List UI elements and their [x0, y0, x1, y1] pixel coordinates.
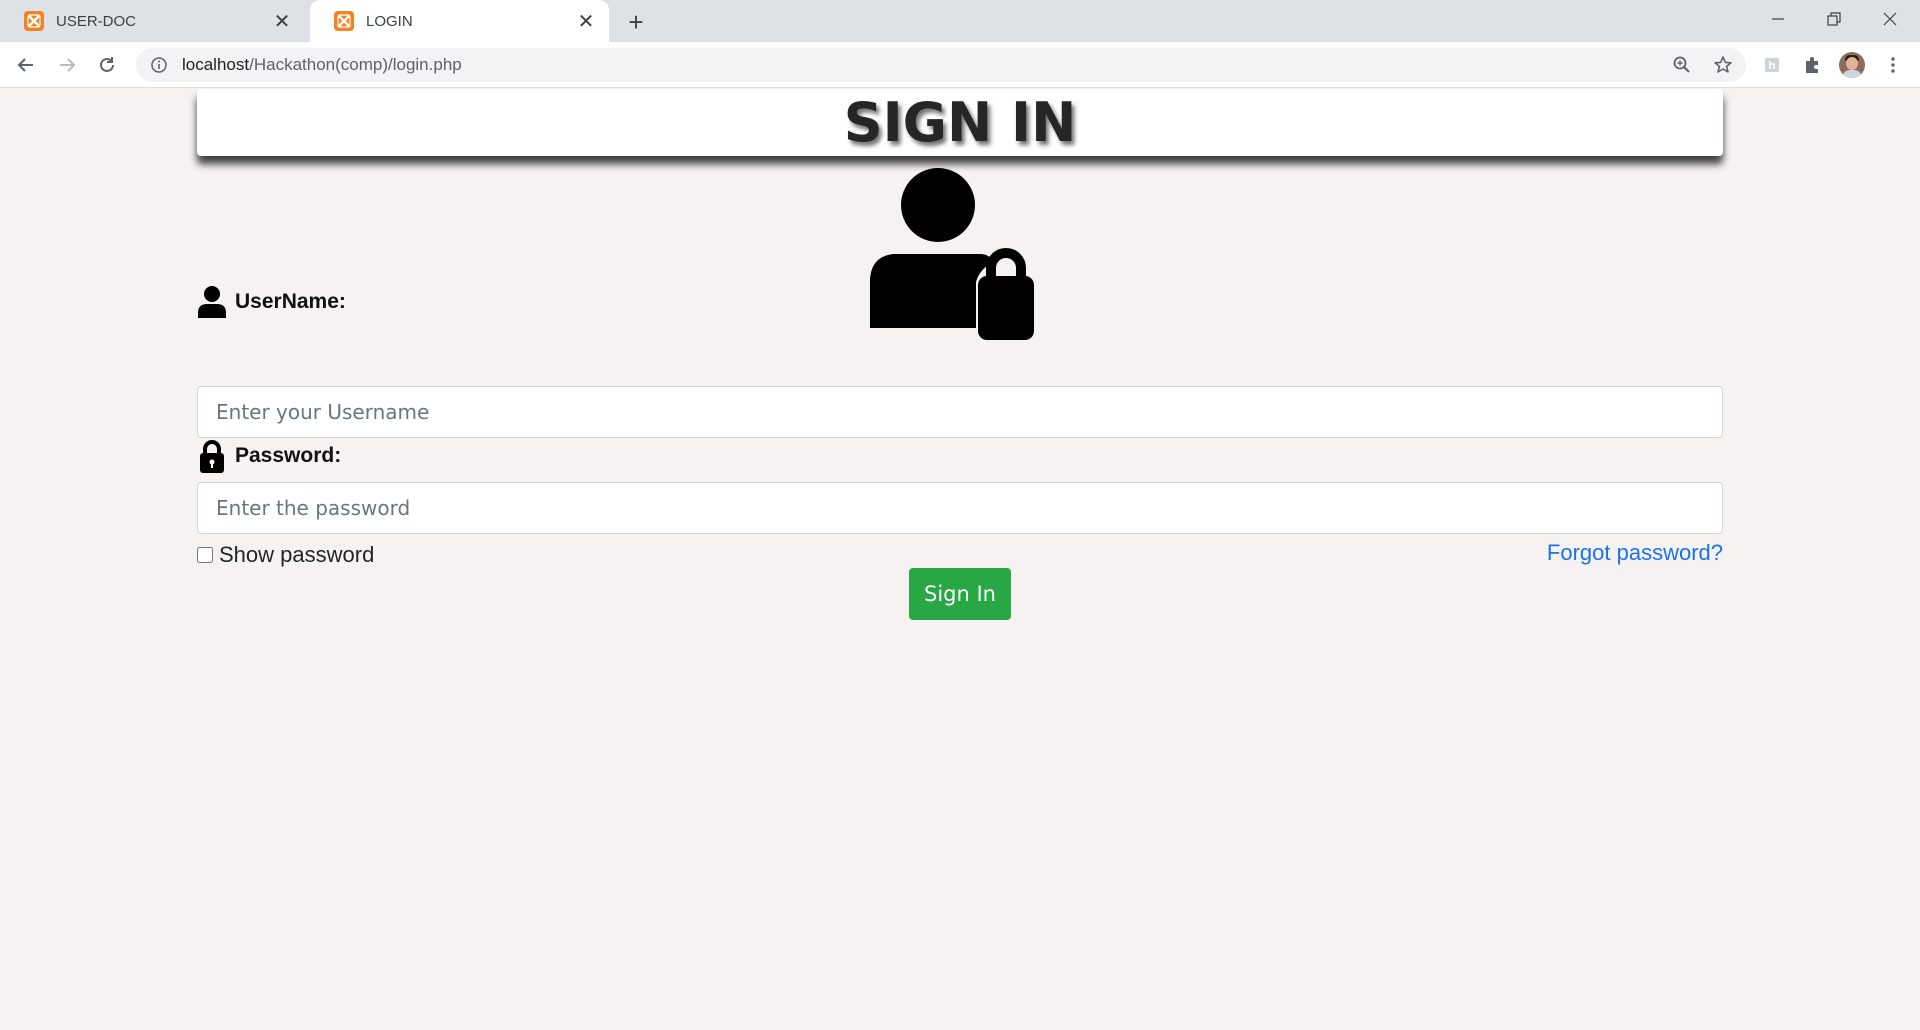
xampp-favicon-icon: [334, 11, 354, 31]
extension-button[interactable]: [1757, 50, 1787, 80]
page-title: SIGN IN: [843, 91, 1077, 154]
extensions-menu-button[interactable]: [1797, 50, 1827, 80]
username-input[interactable]: [197, 386, 1723, 438]
star-icon: [1714, 56, 1732, 73]
show-password-toggle[interactable]: Show password: [197, 542, 374, 568]
restore-icon: [1827, 12, 1841, 26]
browser-menu-button[interactable]: [1878, 50, 1908, 80]
reload-button[interactable]: [91, 49, 123, 81]
heading-card: SIGN IN: [197, 89, 1723, 156]
close-icon[interactable]: ✕: [571, 6, 601, 36]
show-password-checkbox[interactable]: [197, 547, 213, 563]
password-label-text: Password:: [235, 444, 342, 467]
forward-button[interactable]: [51, 49, 83, 81]
url-host: localhost: [182, 55, 250, 74]
sign-in-button[interactable]: Sign In: [909, 568, 1011, 620]
tab-title: LOGIN: [366, 12, 413, 30]
zoom-button[interactable]: [1667, 50, 1697, 80]
browser-tabstrip: USER-DOC ✕ LOGIN ✕ +: [0, 0, 1920, 42]
puzzle-icon: [1806, 57, 1818, 73]
tab-user-doc[interactable]: USER-DOC ✕: [0, 0, 305, 42]
user-icon: [197, 285, 227, 319]
reload-icon: [100, 57, 114, 72]
extension-icon: [1765, 58, 1779, 72]
login-page: SIGN IN UserName: Password: Show passwor…: [0, 88, 1920, 1030]
new-tab-button[interactable]: +: [620, 6, 652, 38]
forgot-password-link[interactable]: Forgot password?: [1547, 540, 1723, 566]
xampp-favicon-icon: [24, 11, 44, 31]
profile-avatar[interactable]: [1839, 52, 1865, 78]
show-password-label: Show password: [219, 542, 375, 567]
url-path: /Hackathon(comp)/login.php: [249, 55, 462, 74]
arrow-right-icon: [60, 58, 76, 72]
restore-button[interactable]: [1806, 0, 1862, 38]
close-icon: [1883, 12, 1897, 26]
tab-title: USER-DOC: [56, 12, 137, 30]
close-icon[interactable]: ✕: [267, 6, 297, 36]
bookmark-button[interactable]: [1708, 50, 1738, 80]
username-label: UserName:: [197, 285, 346, 319]
info-icon[interactable]: [150, 56, 168, 74]
close-window-button[interactable]: [1862, 0, 1918, 38]
more-vertical-icon: [1891, 57, 1895, 73]
username-label-text: UserName:: [235, 290, 346, 313]
lock-icon: [197, 439, 227, 473]
url-text: localhost/Hackathon(comp)/login.php: [182, 55, 462, 75]
back-button[interactable]: [10, 49, 42, 81]
password-label: Password:: [197, 439, 341, 473]
minimize-button[interactable]: [1750, 0, 1806, 38]
minimize-icon: [1772, 18, 1784, 20]
browser-toolbar: localhost/Hackathon(comp)/login.php: [0, 42, 1920, 88]
address-bar[interactable]: localhost/Hackathon(comp)/login.php: [136, 48, 1746, 82]
password-input[interactable]: [197, 482, 1723, 534]
user-lock-icon: [870, 168, 1034, 340]
zoom-in-icon: [1673, 56, 1690, 73]
arrow-left-icon: [17, 58, 33, 72]
tab-login[interactable]: LOGIN ✕: [310, 0, 609, 42]
